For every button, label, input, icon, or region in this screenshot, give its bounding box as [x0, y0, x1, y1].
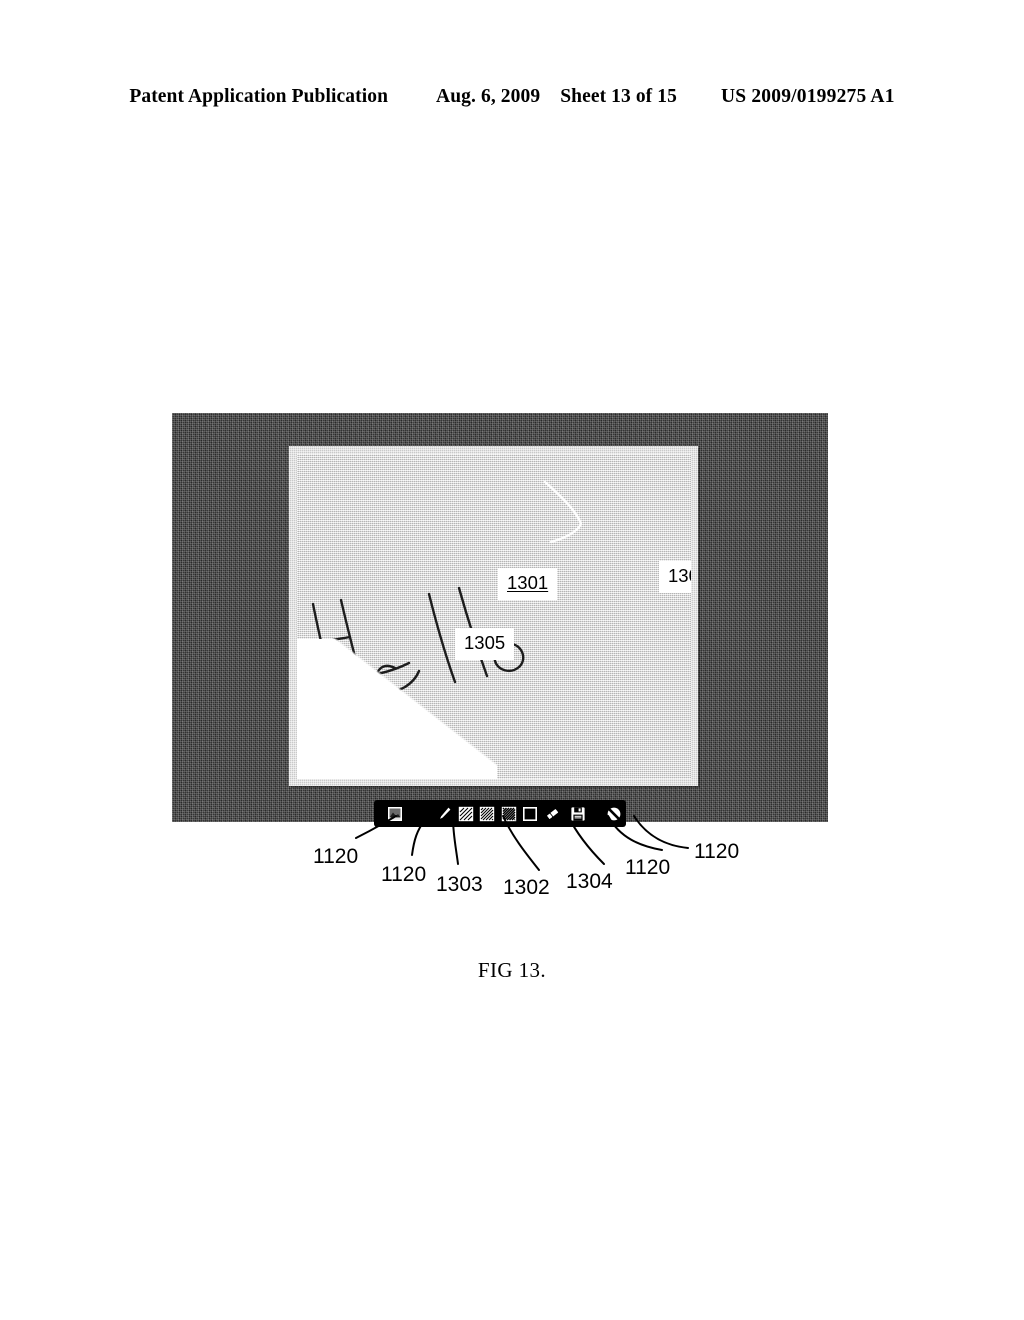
save-button[interactable] [564, 800, 591, 827]
patent-header: Patent Application Publication Aug. 6, 2… [0, 86, 1024, 108]
callout-1306: 1306 [659, 561, 691, 593]
pattern-dark-icon [501, 806, 516, 821]
floppy-disk-icon [570, 806, 585, 821]
sheet-number: Sheet 13 of 15 [560, 86, 677, 107]
publication-number: US 2009/0199275 A1 [720, 86, 895, 107]
pen-icon [440, 807, 451, 819]
refnum-1120-c: 1120 [625, 856, 671, 879]
figure-13: 1301 1306 1305 [172, 413, 828, 827]
shade-medium-swatch[interactable] [477, 800, 498, 827]
pattern-medium-icon [480, 806, 495, 821]
tool-palette[interactable] [374, 800, 626, 827]
refnum-1302: 1302 [503, 876, 550, 899]
drawing-canvas[interactable]: 1301 1306 1305 [297, 454, 691, 779]
pen-tool[interactable] [434, 800, 455, 827]
eraser-tool[interactable] [541, 800, 564, 827]
shade-light-swatch[interactable] [455, 800, 476, 827]
solid-square-icon [523, 806, 538, 821]
figure-caption: FIG 13. [477, 958, 547, 982]
toolbar-spacer-2 [591, 800, 603, 827]
cancel-circle-icon [607, 807, 621, 820]
refnum-1303: 1303 [436, 873, 483, 896]
refnum-1304: 1304 [566, 870, 613, 893]
cancel-button[interactable] [603, 800, 626, 827]
thumbnail-icon [388, 806, 403, 821]
page-curl-highlight [297, 639, 497, 779]
callout-1305: 1305 [455, 628, 515, 660]
thumbnail-preview-icon[interactable] [374, 800, 417, 827]
shade-dark-swatch[interactable] [498, 800, 519, 827]
solid-black-swatch[interactable] [519, 800, 540, 827]
refnum-1120-a: 1120 [313, 845, 359, 868]
refnum-1120-b: 1120 [381, 863, 427, 886]
eraser-icon [545, 807, 559, 820]
cursor-hint-icon [543, 480, 583, 544]
handwriting-hello [311, 586, 525, 702]
publication-date: Aug. 6, 2009 [436, 86, 541, 107]
pattern-light-icon [458, 806, 474, 821]
callout-1301: 1301 [498, 568, 558, 600]
refnum-1120-d: 1120 [694, 840, 740, 863]
publication-title: Patent Application Publication [129, 86, 389, 107]
